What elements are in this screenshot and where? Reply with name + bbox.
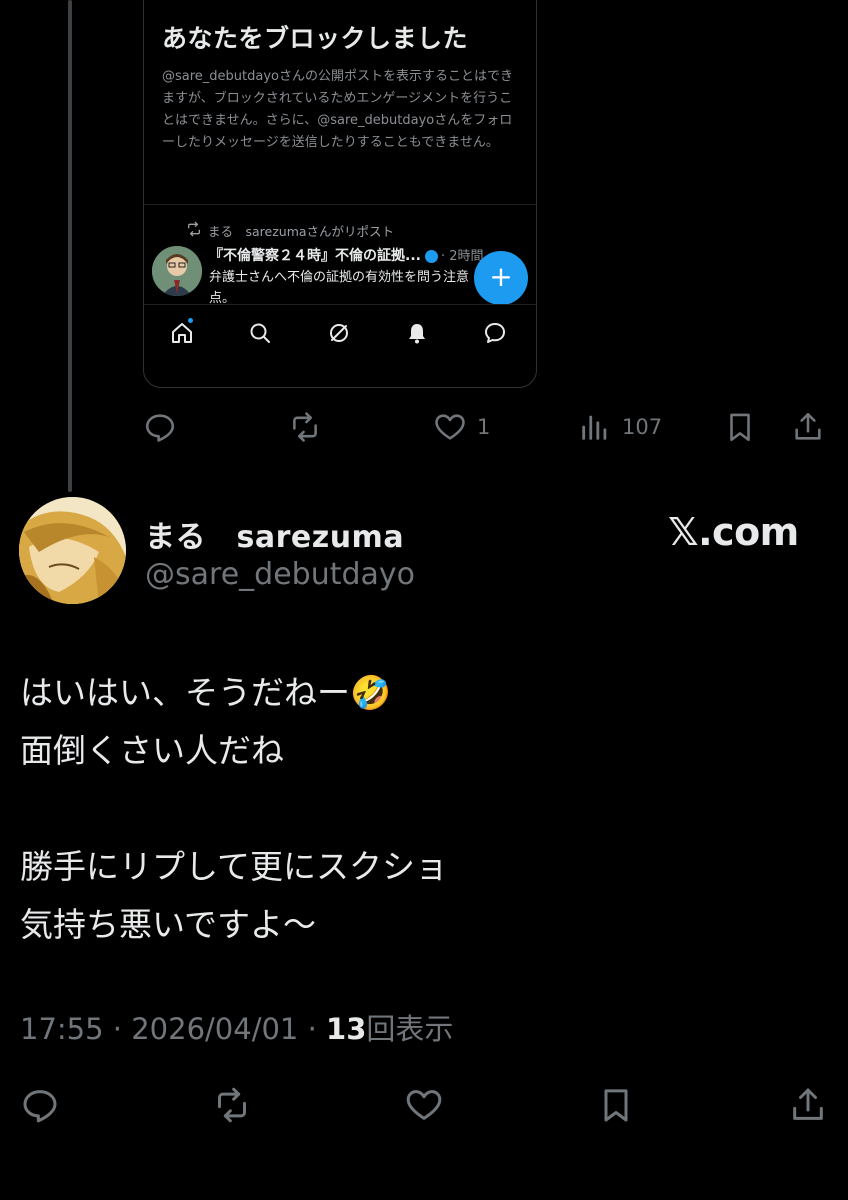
repost-label: まる sarezumaさんがリポスト [208, 224, 395, 239]
reply-icon [145, 414, 175, 442]
heart-icon [435, 414, 465, 440]
messages-icon[interactable] [483, 321, 507, 345]
post-like-button[interactable] [404, 1085, 444, 1125]
verified-badge-icon [424, 249, 438, 263]
blocked-description: @sare_debutdayoさんの公開ポストを表示することはできますが、ブロッ… [162, 69, 514, 150]
like-count: 1 [477, 415, 491, 439]
post-reply-button[interactable] [20, 1085, 60, 1125]
mini-post-title[interactable]: 『不倫警察２４時』不倫の証拠... · 2時間 [209, 245, 509, 265]
post-share-button[interactable] [788, 1085, 828, 1125]
mini-post-time: · 2時間 [440, 249, 484, 264]
views-button[interactable]: 107 [578, 410, 662, 444]
view-count: 107 [622, 415, 663, 439]
reply-button[interactable] [143, 410, 177, 444]
compose-fab-button[interactable]: + [474, 251, 528, 305]
mini-post-title-text: 『不倫警察２４時』不倫の証拠... [209, 248, 421, 264]
repost-button[interactable] [288, 410, 322, 444]
post-meta: 17:55 · 2026/04/01 · 13回表示 [20, 1012, 454, 1046]
mini-post-text: 弁護士さんへ不倫の証拠の有効性を問う注意点。 [209, 270, 470, 306]
post-text: はいはい、そうだねー🤣 面倒くさい人だね 勝手にリプして更にスクショ 気持ち悪い… [20, 673, 449, 944]
views-chart-icon [582, 415, 607, 440]
repost-indicator: まる sarezumaさんがリポスト [186, 221, 394, 240]
nav-divider [144, 304, 536, 305]
share-icon [793, 1088, 823, 1120]
bookmark-icon [604, 1089, 628, 1122]
post-date[interactable]: 2026/04/01 [131, 1012, 298, 1046]
author-handle[interactable]: @sare_debutdayo [145, 557, 415, 592]
repost-icon [186, 221, 202, 240]
post-repost-button[interactable] [212, 1085, 252, 1125]
post-views-label: 回表示 [366, 1012, 454, 1046]
search-icon[interactable] [248, 321, 272, 345]
like-button[interactable]: 1 [433, 410, 490, 444]
post-time[interactable]: 17:55 [20, 1012, 104, 1046]
source-logo: 𝕏.com [668, 510, 799, 554]
blocked-title: あなたをブロックしました [162, 24, 469, 53]
bookmark-button[interactable] [723, 410, 757, 444]
divider [144, 204, 536, 205]
notifications-bell-icon[interactable] [405, 321, 429, 345]
home-icon[interactable] [170, 321, 194, 345]
grok-icon[interactable] [327, 321, 351, 345]
mini-post-avatar[interactable] [152, 246, 202, 296]
heart-icon [406, 1090, 442, 1120]
reply-icon [23, 1090, 57, 1123]
author-name[interactable]: まる sarezuma [145, 512, 404, 556]
bookmark-icon [730, 413, 750, 442]
repost-icon [293, 412, 317, 442]
embedded-screenshot: あなたをブロックしました @sare_debutdayoさんの公開ポストを表示す… [143, 0, 537, 388]
author-avatar[interactable] [19, 497, 126, 604]
thread-line [68, 0, 72, 492]
share-icon [795, 412, 821, 440]
share-button[interactable] [791, 410, 825, 444]
post-bookmark-button[interactable] [596, 1085, 636, 1125]
repost-icon [218, 1087, 246, 1123]
post-views-count: 13 [326, 1012, 367, 1046]
